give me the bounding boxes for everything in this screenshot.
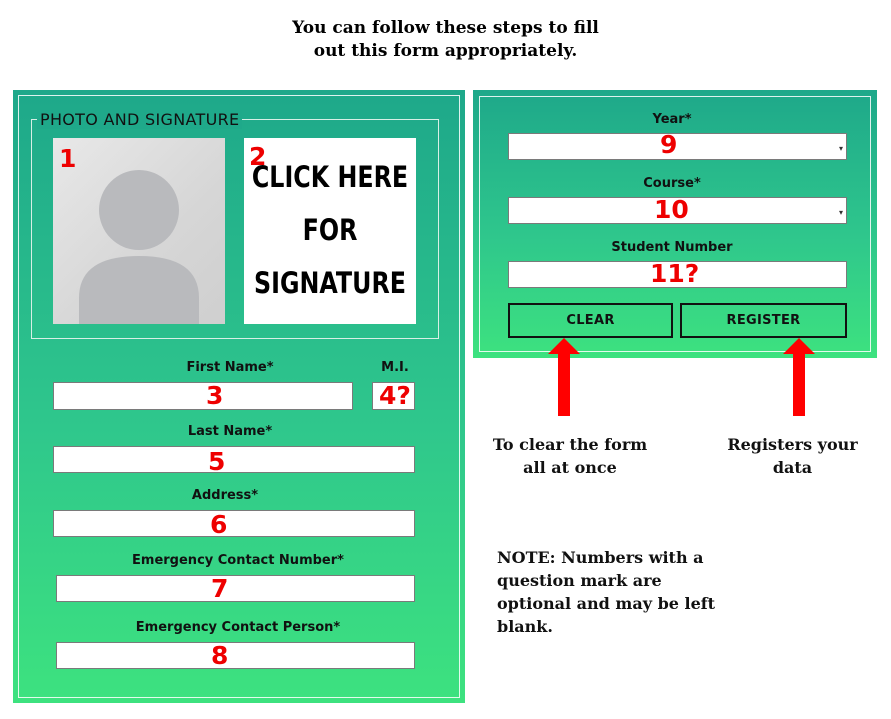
signature-upload-box[interactable]: CLICK HERE FOR SIGNATURE: [244, 138, 416, 324]
photo-upload[interactable]: [53, 138, 225, 324]
last-name-input[interactable]: [53, 446, 415, 473]
emergency-contact-number-label: Emergency Contact Number*: [132, 553, 344, 568]
step-number-student-number: 11?: [650, 259, 700, 288]
clear-button[interactable]: CLEAR: [508, 303, 673, 338]
first-name-input[interactable]: [53, 382, 353, 410]
step-number-last-name: 5: [208, 447, 226, 476]
step-number-emergency-person: 8: [211, 641, 229, 670]
instructions-heading: You can follow these steps to fill out t…: [292, 18, 599, 61]
register-annotation: Registers your data: [727, 435, 858, 477]
last-name-label: Last Name*: [187, 424, 273, 439]
step-number-address: 6: [210, 510, 228, 539]
emergency-contact-person-label: Emergency Contact Person*: [135, 620, 341, 635]
step-number-emergency-number: 7: [211, 574, 229, 603]
course-label: Course*: [643, 176, 701, 191]
step-number-first-name: 3: [206, 381, 224, 410]
photo-signature-legend: PHOTO AND SIGNATURE: [37, 110, 243, 129]
arrow-up-register-icon: [783, 338, 815, 416]
dropdown-arrow-icon[interactable]: ▾: [839, 208, 843, 217]
mi-label: M.I.: [381, 360, 409, 375]
step-number-year: 9: [660, 130, 678, 159]
signature-prompt: CLICK HERE FOR SIGNATURE: [251, 150, 409, 310]
address-input[interactable]: [53, 510, 415, 537]
step-number-course: 10: [654, 195, 689, 224]
step-number-photo: 1: [59, 144, 77, 173]
step-number-signature: 2: [249, 142, 267, 171]
first-name-label: First Name*: [186, 360, 274, 375]
dropdown-arrow-icon[interactable]: ▾: [839, 144, 843, 153]
year-select[interactable]: ▾: [508, 133, 847, 160]
register-button[interactable]: REGISTER: [680, 303, 847, 338]
person-placeholder-icon: [79, 170, 199, 324]
year-label: Year*: [652, 112, 692, 127]
address-label: Address*: [191, 488, 259, 503]
emergency-contact-person-input[interactable]: [56, 642, 415, 669]
clear-annotation: To clear the form all at once: [492, 435, 648, 477]
optional-fields-note: NOTE: Numbers with a question mark are o…: [497, 548, 716, 636]
step-number-middle-initial: 4?: [379, 381, 411, 410]
arrow-up-clear-icon: [548, 338, 580, 416]
student-number-label: Student Number: [611, 240, 733, 255]
emergency-contact-number-input[interactable]: [56, 575, 415, 602]
